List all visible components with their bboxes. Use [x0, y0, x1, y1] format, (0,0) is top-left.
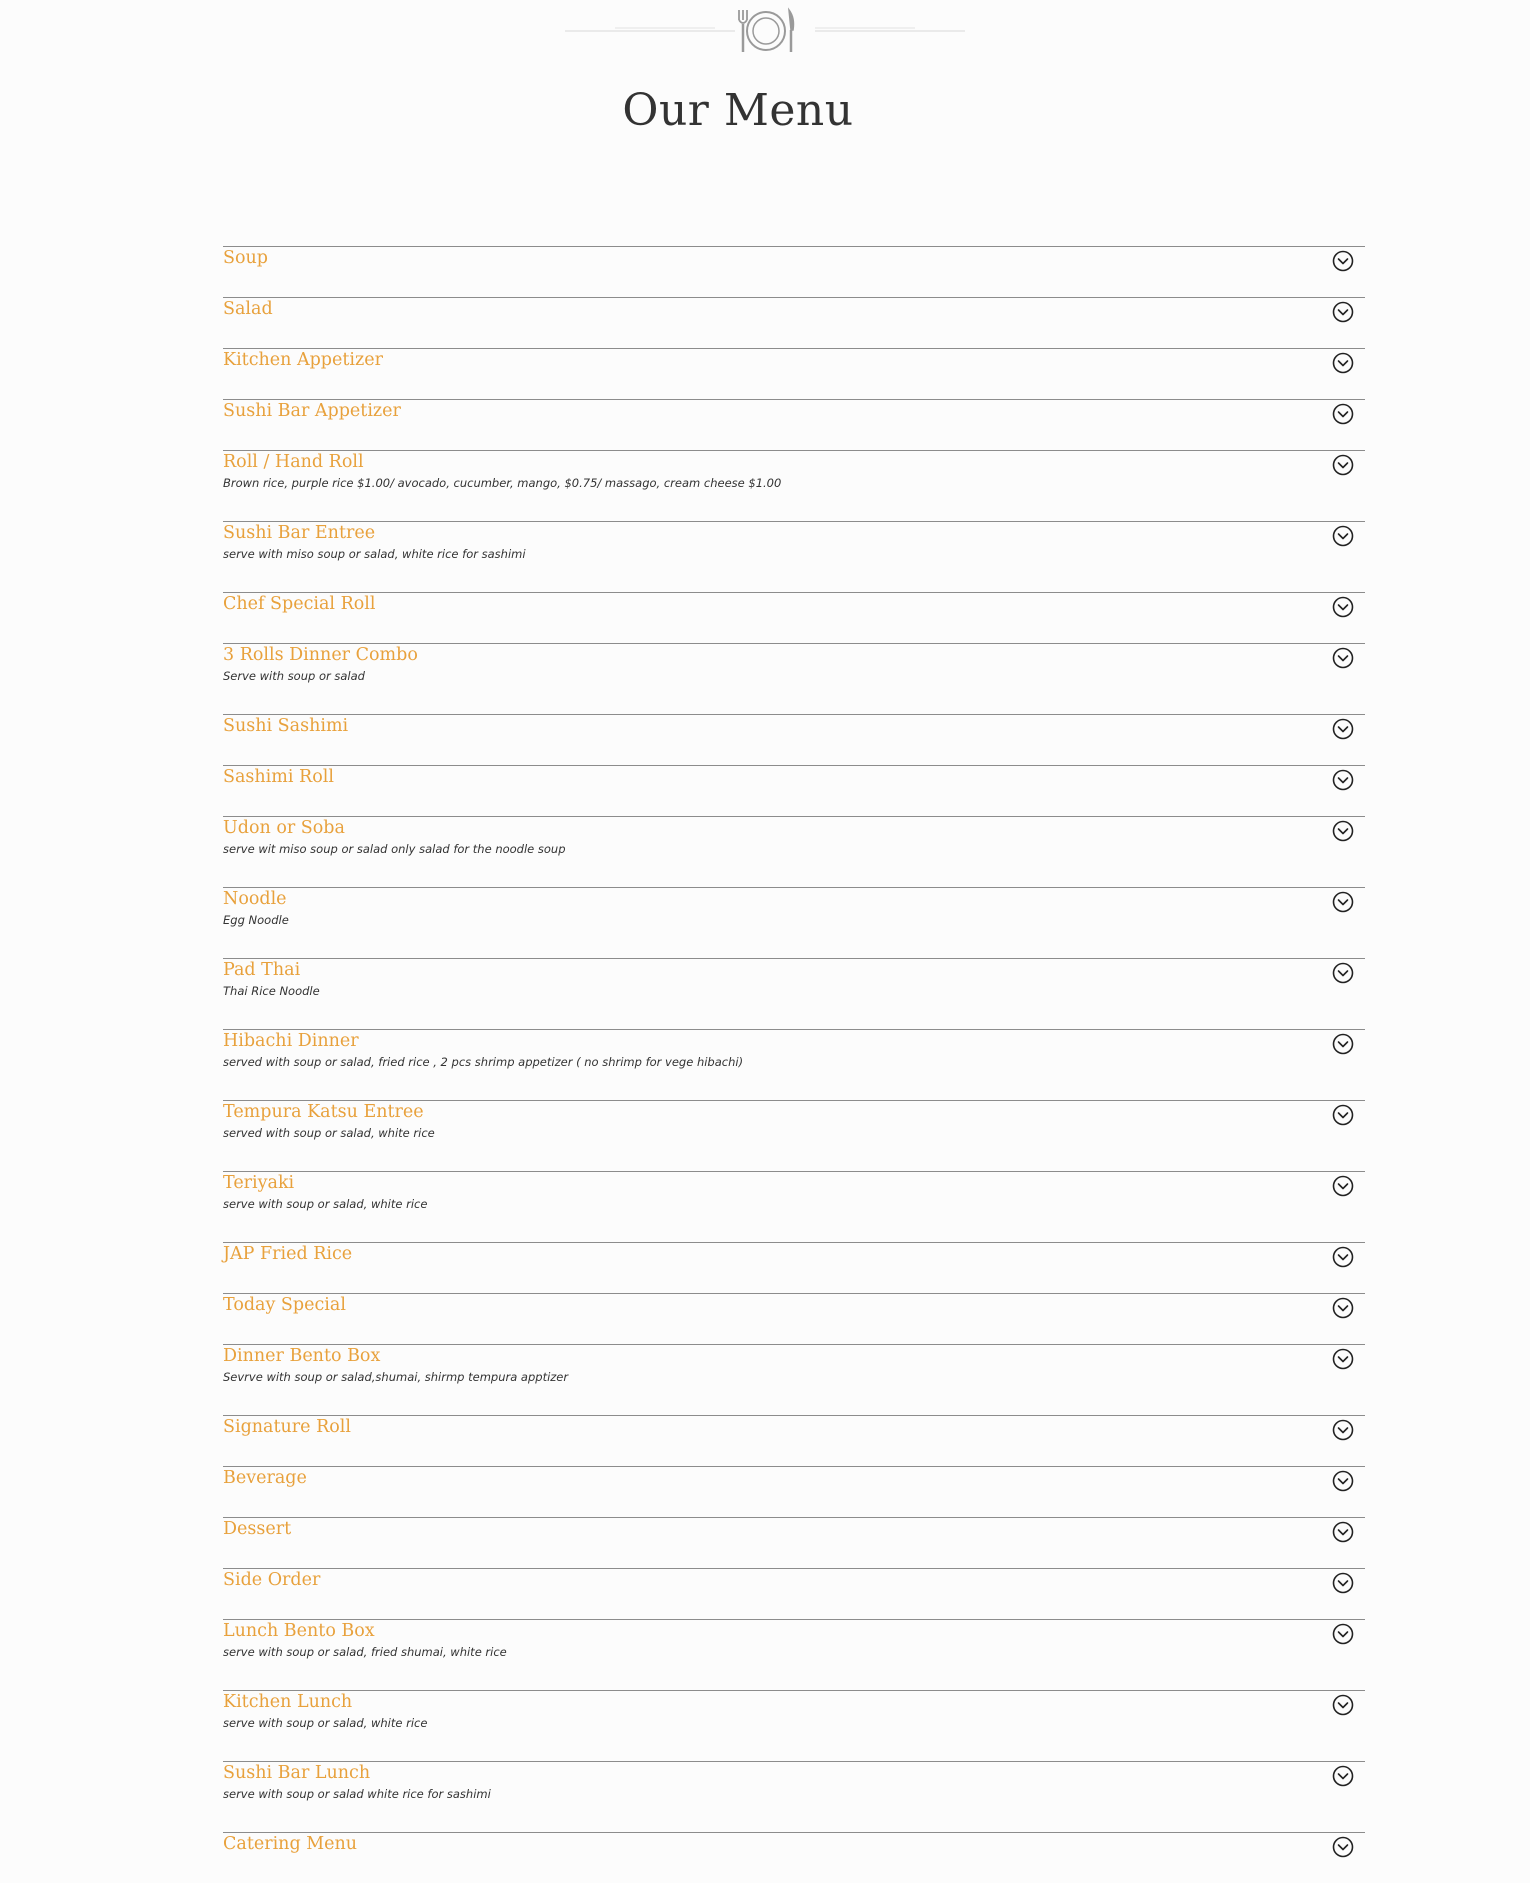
plate-fork-knife-icon	[565, 7, 965, 52]
chevron-down-circle-icon[interactable]	[1332, 769, 1354, 791]
menu-category-title[interactable]: Kitchen Lunch	[223, 1691, 352, 1713]
menu-category-title[interactable]: Side Order	[223, 1569, 320, 1591]
menu-category-row[interactable]: Lunch Bento Box serve with soup or salad,…	[223, 1619, 1365, 1690]
menu-category-title[interactable]: Tempura Katsu Entree	[223, 1101, 424, 1123]
menu-category-row[interactable]: Teriyaki serve with soup or salad, white …	[223, 1171, 1365, 1242]
menu-category-title[interactable]: Pad Thai	[223, 959, 300, 981]
chevron-down-circle-icon[interactable]	[1332, 1297, 1354, 1319]
chevron-down-circle-icon[interactable]	[1332, 891, 1354, 913]
chevron-down-circle-icon[interactable]	[1332, 1470, 1354, 1492]
menu-category-row[interactable]: Beverage	[223, 1466, 1365, 1517]
chevron-down-circle-icon[interactable]	[1332, 1694, 1354, 1716]
menu-category-title[interactable]: Dinner Bento Box	[223, 1345, 380, 1367]
menu-category-title[interactable]: Sushi Sashimi	[223, 715, 348, 737]
menu-category-description: Egg Noodle	[223, 913, 289, 927]
chevron-down-circle-icon[interactable]	[1332, 1419, 1354, 1441]
chevron-down-circle-icon[interactable]	[1332, 1572, 1354, 1594]
menu-category-title[interactable]: Soup	[223, 247, 268, 269]
menu-category-description: Thai Rice Noodle	[223, 984, 320, 998]
menu-category-row[interactable]: Pad Thai Thai Rice Noodle	[223, 958, 1365, 1029]
menu-category-row[interactable]: Signature Roll	[223, 1415, 1365, 1466]
chevron-down-circle-icon[interactable]	[1332, 301, 1354, 323]
chevron-down-circle-icon[interactable]	[1332, 403, 1354, 425]
menu-category-title[interactable]: JAP Fried Rice	[223, 1243, 352, 1265]
menu-category-row[interactable]: Chef Special Roll	[223, 592, 1365, 643]
menu-category-row[interactable]: Sushi Bar Appetizer	[223, 399, 1365, 450]
menu-category-title[interactable]: Noodle	[223, 888, 287, 910]
menu-category-row[interactable]: Dessert	[223, 1517, 1365, 1568]
menu-category-description: served with soup or salad, white rice	[223, 1126, 435, 1140]
menu-category-row[interactable]: Sushi Bar Entree serve with miso soup or …	[223, 521, 1365, 592]
menu-category-description: serve with miso soup or salad, white ric…	[223, 547, 526, 561]
menu-category-row[interactable]: Salad	[223, 297, 1365, 348]
menu-category-title[interactable]: Sashimi Roll	[223, 766, 334, 788]
menu-category-title[interactable]: Teriyaki	[223, 1172, 294, 1194]
chevron-down-circle-icon[interactable]	[1332, 647, 1354, 669]
chevron-down-circle-icon[interactable]	[1332, 454, 1354, 476]
menu-category-row[interactable]: Catering Menu	[223, 1832, 1365, 1883]
chevron-down-circle-icon[interactable]	[1332, 525, 1354, 547]
menu-category-title[interactable]: Sushi Bar Appetizer	[223, 400, 401, 422]
menu-category-row[interactable]: Today Special	[223, 1293, 1365, 1344]
menu-category-row[interactable]: Kitchen Lunch serve with soup or salad, w…	[223, 1690, 1365, 1761]
menu-category-row[interactable]: Hibachi Dinner served with soup or salad,…	[223, 1029, 1365, 1100]
chevron-down-circle-icon[interactable]	[1332, 1521, 1354, 1543]
menu-category-list: Soup Salad Kitchen Appetizer Sushi Bar Appe…	[223, 246, 1365, 1883]
chevron-down-circle-icon[interactable]	[1332, 596, 1354, 618]
chevron-down-circle-icon[interactable]	[1332, 1033, 1354, 1055]
menu-category-description: serve with soup or salad white rice for …	[223, 1787, 491, 1801]
chevron-down-circle-icon[interactable]	[1332, 820, 1354, 842]
menu-category-row[interactable]: Tempura Katsu Entree served with soup or …	[223, 1100, 1365, 1171]
menu-category-title[interactable]: Salad	[223, 298, 273, 320]
chevron-down-circle-icon[interactable]	[1332, 1765, 1354, 1787]
chevron-down-circle-icon[interactable]	[1332, 250, 1354, 272]
chevron-down-circle-icon[interactable]	[1332, 1623, 1354, 1645]
menu-category-row[interactable]: Noodle Egg Noodle	[223, 887, 1365, 958]
chevron-down-circle-icon[interactable]	[1332, 1836, 1354, 1858]
chevron-down-circle-icon[interactable]	[1332, 718, 1354, 740]
menu-category-title[interactable]: Lunch Bento Box	[223, 1620, 375, 1642]
menu-category-title[interactable]: Beverage	[223, 1467, 307, 1489]
menu-category-row[interactable]: Sushi Bar Lunch serve with soup or salad …	[223, 1761, 1365, 1832]
menu-category-title[interactable]: Sushi Bar Lunch	[223, 1762, 370, 1784]
menu-category-description: Brown rice, purple rice $1.00/ avocado, …	[223, 476, 782, 490]
page-header: Our Menu	[0, 0, 1530, 160]
menu-category-title[interactable]: 3 Rolls Dinner Combo	[223, 644, 418, 666]
chevron-down-circle-icon[interactable]	[1332, 1175, 1354, 1197]
chevron-down-circle-icon[interactable]	[1332, 1246, 1354, 1268]
menu-category-title[interactable]: Chef Special Roll	[223, 593, 376, 615]
menu-category-row[interactable]: 3 Rolls Dinner Combo Serve with soup or s…	[223, 643, 1365, 714]
menu-category-row[interactable]: Sashimi Roll	[223, 765, 1365, 816]
menu-category-title[interactable]: Hibachi Dinner	[223, 1030, 359, 1052]
menu-category-title[interactable]: Kitchen Appetizer	[223, 349, 383, 371]
menu-category-description: served with soup or salad, fried rice , …	[223, 1055, 744, 1069]
chevron-down-circle-icon[interactable]	[1332, 352, 1354, 374]
menu-category-row[interactable]: Kitchen Appetizer	[223, 348, 1365, 399]
menu-category-description: serve wit miso soup or salad only salad …	[223, 842, 566, 856]
menu-category-row[interactable]: JAP Fried Rice	[223, 1242, 1365, 1293]
menu-category-description: serve with soup or salad, fried shumai, …	[223, 1645, 507, 1659]
menu-category-description: Sevrve with soup or salad,shumai, shirmp…	[223, 1370, 569, 1384]
menu-category-description: Serve with soup or salad	[223, 669, 365, 683]
menu-category-description: serve with soup or salad, white rice	[223, 1197, 428, 1211]
menu-category-title[interactable]: Catering Menu	[223, 1833, 357, 1855]
menu-category-row[interactable]: Roll / Hand Roll Brown rice, purple rice …	[223, 450, 1365, 521]
menu-category-row[interactable]: Udon or Soba serve wit miso soup or salad…	[223, 816, 1365, 887]
menu-category-title[interactable]: Udon or Soba	[223, 817, 345, 839]
menu-category-row[interactable]: Soup	[223, 246, 1365, 297]
menu-category-title[interactable]: Roll / Hand Roll	[223, 451, 364, 473]
menu-category-title[interactable]: Dessert	[223, 1518, 291, 1540]
chevron-down-circle-icon[interactable]	[1332, 962, 1354, 984]
menu-category-row[interactable]: Dinner Bento Box Sevrve with soup or sala…	[223, 1344, 1365, 1415]
menu-category-title[interactable]: Sushi Bar Entree	[223, 522, 375, 544]
page-title: Our Menu	[622, 85, 854, 136]
chevron-down-circle-icon[interactable]	[1332, 1348, 1354, 1370]
menu-category-title[interactable]: Today Special	[223, 1294, 346, 1316]
chevron-down-circle-icon[interactable]	[1332, 1104, 1354, 1126]
menu-category-row[interactable]: Side Order	[223, 1568, 1365, 1619]
menu-category-row[interactable]: Sushi Sashimi	[223, 714, 1365, 765]
menu-category-description: serve with soup or salad, white rice	[223, 1716, 428, 1730]
menu-category-title[interactable]: Signature Roll	[223, 1416, 351, 1438]
